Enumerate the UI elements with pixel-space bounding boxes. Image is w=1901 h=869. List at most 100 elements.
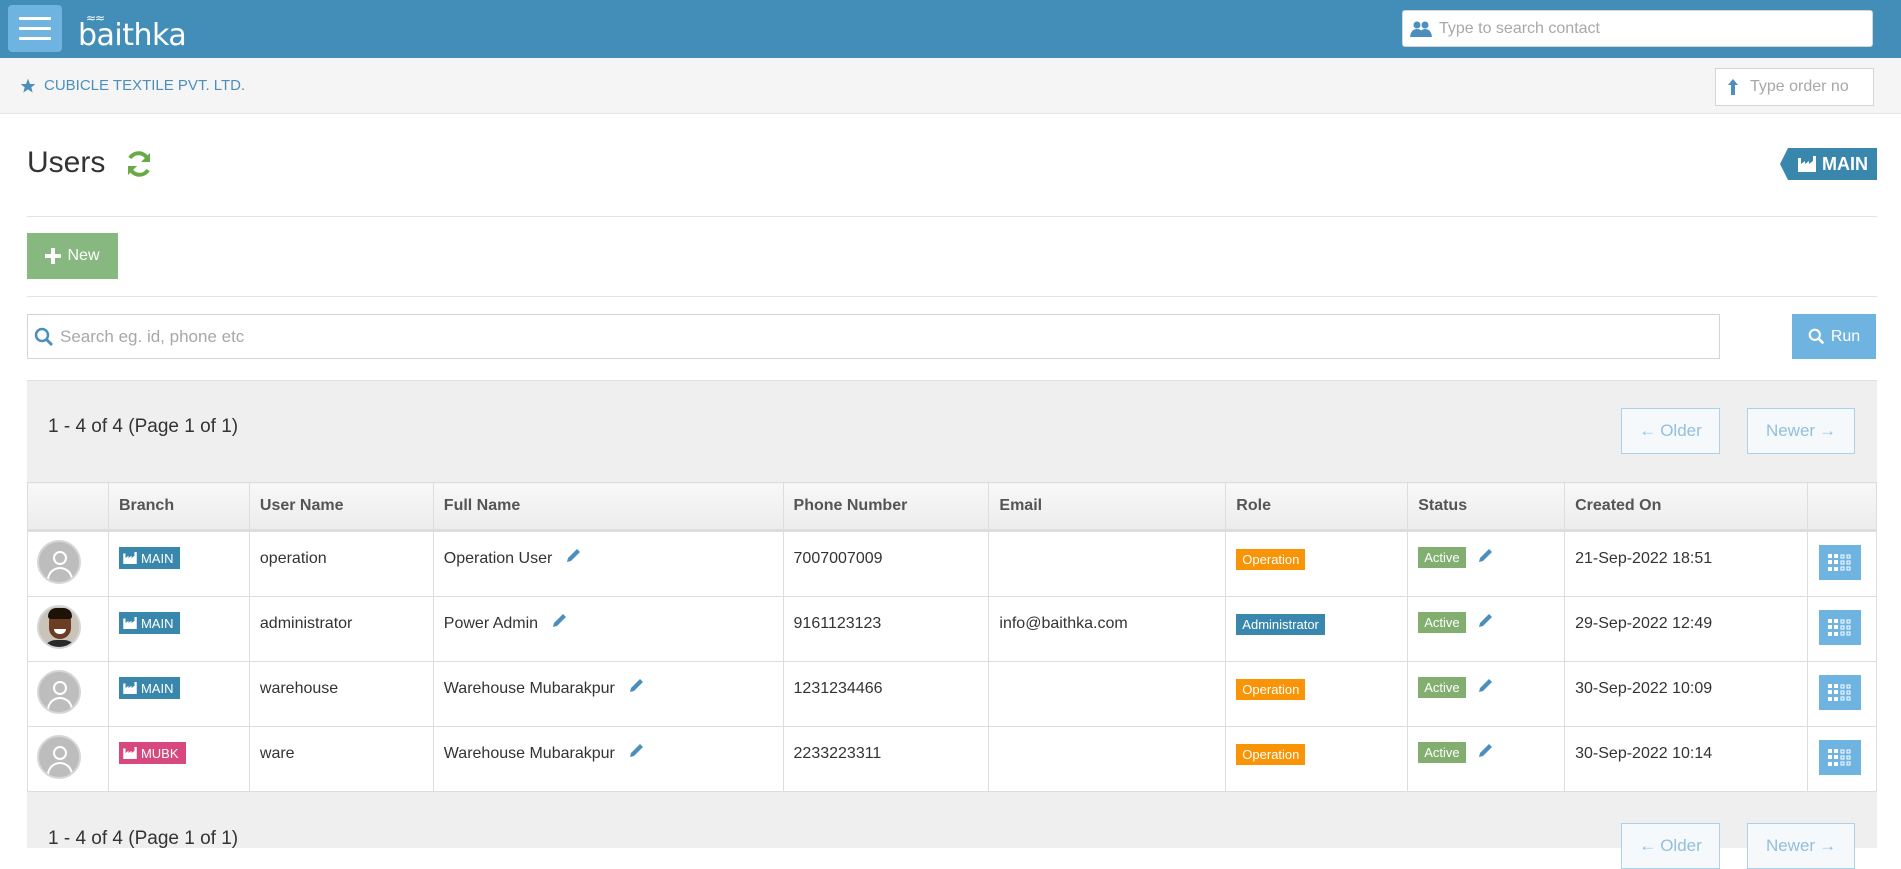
arrow-right-icon: → — [1819, 421, 1837, 440]
username-cell: warehouse — [248, 661, 434, 727]
order-number-input[interactable] — [1750, 78, 1870, 96]
column-header-created[interactable]: Created On — [1564, 482, 1808, 531]
row-actions-button[interactable] — [1818, 545, 1861, 580]
email-cell — [988, 530, 1227, 597]
row-actions-button[interactable] — [1818, 740, 1861, 775]
column-header-actions — [1806, 482, 1878, 531]
row-actions-button[interactable] — [1818, 610, 1861, 645]
column-header-username[interactable]: User Name — [248, 482, 434, 531]
grid-actions-icon — [1827, 748, 1851, 766]
table-row: MAIN warehouse Warehouse Mubarakpur 1231… — [27, 661, 1878, 727]
users-table: Branch User Name Full Name Phone Number … — [27, 482, 1878, 792]
pencil-icon[interactable] — [629, 742, 645, 763]
run-button[interactable]: Run — [1792, 314, 1876, 359]
arrow-left-icon: ← — [1639, 421, 1657, 440]
breadcrumb-company[interactable]: CUBICLE TEXTILE PVT. LTD. — [20, 77, 245, 94]
current-branch-tag: MAIN — [1780, 148, 1877, 180]
new-button-label: New — [67, 247, 100, 264]
pencil-icon[interactable] — [1478, 612, 1494, 633]
table-row: MAIN administrator Power Admin 916112312… — [27, 596, 1878, 662]
branch-badge: MUBK — [118, 742, 186, 764]
status-badge: Active — [1418, 611, 1466, 633]
older-label: Older — [1660, 836, 1702, 855]
star-icon — [20, 78, 36, 93]
divider — [27, 296, 1877, 297]
logo-text: baithka — [78, 18, 187, 53]
arrow-left-icon: ← — [1639, 836, 1657, 855]
newer-page-button-bottom[interactable]: Newer → — [1747, 823, 1855, 869]
branch-code: MUBK — [140, 745, 179, 761]
contact-search-input[interactable] — [1439, 19, 1859, 38]
column-header-phone[interactable]: Phone Number — [782, 482, 990, 531]
row-actions-button[interactable] — [1818, 675, 1861, 710]
column-header-role[interactable]: Role — [1225, 482, 1409, 531]
role-badge: Operation — [1236, 744, 1306, 765]
pencil-icon[interactable] — [566, 547, 582, 568]
search-icon — [1808, 328, 1825, 345]
order-search-box[interactable] — [1715, 68, 1874, 106]
pencil-icon[interactable] — [1478, 547, 1494, 568]
top-navbar: ≈≈ baithka — [0, 0, 1901, 58]
grid-actions-icon — [1827, 618, 1851, 636]
company-name[interactable]: CUBICLE TEXTILE PVT. LTD. — [44, 77, 245, 94]
username-cell: administrator — [248, 596, 434, 662]
column-header-fullname[interactable]: Full Name — [432, 482, 784, 531]
branch-badge: MAIN — [118, 547, 181, 569]
fullname-text: Warehouse Mubarakpur — [443, 745, 615, 763]
menu-icon-bar — [19, 37, 51, 40]
fullname-text: Power Admin — [443, 615, 539, 633]
refresh-icon[interactable] — [124, 149, 154, 184]
new-user-button[interactable]: New — [27, 233, 118, 279]
breadcrumb: CUBICLE TEXTILE PVT. LTD. — [0, 58, 1901, 114]
branch-badge: MAIN — [118, 677, 181, 699]
email-cell — [988, 661, 1227, 727]
fullname-cell: Operation User — [432, 530, 784, 597]
status-badge: Active — [1418, 741, 1466, 763]
newer-label: Newer — [1765, 421, 1816, 440]
column-header-status[interactable]: Status — [1407, 482, 1566, 531]
pencil-icon[interactable] — [1478, 742, 1494, 763]
username-cell: operation — [248, 530, 434, 597]
user-search-input[interactable] — [60, 326, 1660, 347]
page-title: Users — [27, 146, 106, 179]
older-page-button-bottom[interactable]: ← Older — [1621, 823, 1720, 869]
column-header-branch[interactable]: Branch — [107, 482, 250, 531]
menu-icon-bar — [19, 17, 51, 20]
status-badge: Active — [1418, 676, 1466, 698]
username-cell: ware — [248, 726, 434, 792]
email-cell — [988, 726, 1227, 792]
divider — [27, 216, 1877, 217]
branch-code: MAIN — [140, 550, 174, 566]
menu-toggle-button[interactable] — [8, 5, 62, 52]
user-avatar — [37, 670, 81, 714]
role-badge: Operation — [1236, 679, 1306, 700]
app-logo[interactable]: ≈≈ baithka — [78, 11, 187, 53]
user-search-box[interactable] — [27, 314, 1720, 359]
phone-cell: 7007007009 — [782, 530, 990, 597]
run-button-label: Run — [1830, 327, 1861, 345]
building-icon — [123, 747, 137, 759]
older-label: Older — [1660, 421, 1702, 440]
contact-search-box[interactable] — [1402, 10, 1873, 47]
created-cell: 30-Sep-2022 10:14 — [1564, 726, 1808, 792]
user-avatar — [37, 540, 81, 584]
fullname-cell: Warehouse Mubarakpur — [432, 661, 784, 727]
column-header — [27, 482, 109, 531]
user-avatar — [37, 735, 81, 779]
pencil-icon[interactable] — [629, 677, 645, 698]
fullname-cell: Power Admin — [432, 596, 784, 662]
newer-label: Newer — [1765, 836, 1816, 855]
pencil-icon[interactable] — [1478, 677, 1494, 698]
users-panel: 1 - 4 of 4 (Page 1 of 1) ← Older Newer →… — [27, 380, 1878, 869]
pencil-icon[interactable] — [552, 612, 568, 633]
fullname-cell: Warehouse Mubarakpur — [432, 726, 784, 792]
older-page-button[interactable]: ← Older — [1621, 408, 1720, 454]
column-header-email[interactable]: Email — [988, 482, 1227, 531]
building-icon — [123, 617, 137, 629]
role-badge: Operation — [1236, 549, 1306, 570]
newer-page-button[interactable]: Newer → — [1747, 408, 1855, 454]
arrow-right-icon: → — [1819, 836, 1837, 855]
grid-actions-icon — [1827, 683, 1851, 701]
order-arrow-icon — [1716, 78, 1750, 96]
branch-code: MAIN — [140, 680, 174, 696]
